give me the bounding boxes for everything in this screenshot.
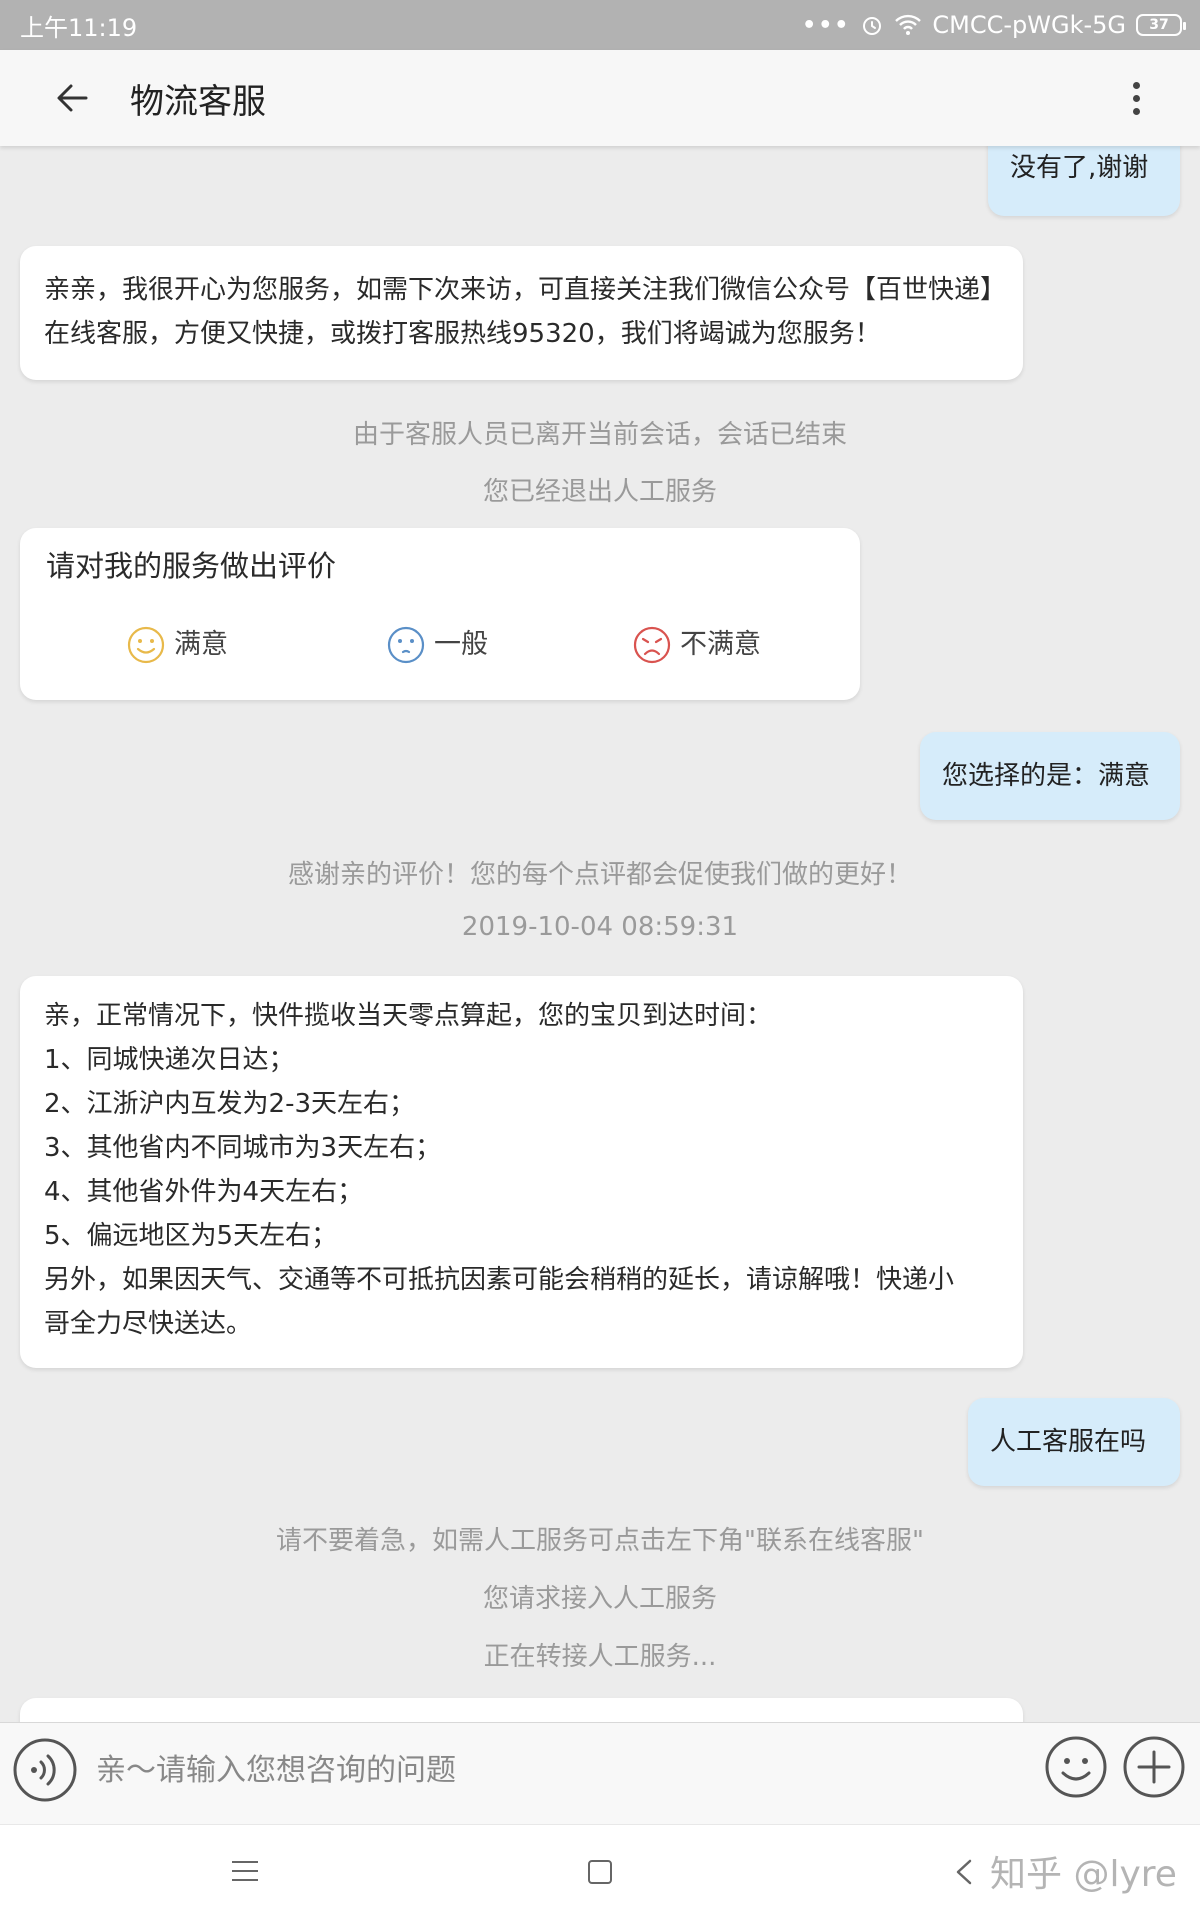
bot-message-partial [20, 1698, 1023, 1722]
emoji-button[interactable] [1044, 1735, 1108, 1799]
rating-card: 请对我的服务做出评价 满意 一般 不满意 [20, 528, 860, 700]
system-message: 感谢亲的评价！您的每个点评都会促使我们做的更好！ [287, 860, 912, 890]
alarm-icon [863, 17, 882, 35]
rating-option-label: 满意 [174, 629, 228, 660]
nav-back-icon[interactable] [950, 1855, 980, 1889]
user-message: 没有了,谢谢 [988, 146, 1180, 216]
watermark: 知乎 @lyre [990, 1854, 1177, 1895]
message-line: 4、其他省外件为4天左右； [44, 1177, 364, 1207]
message-line: 5、偏远地区为5天左右； [44, 1221, 338, 1251]
neutral-face-icon [387, 626, 425, 664]
message-line: 1、同城快递次日达； [44, 1045, 295, 1075]
menu-icon[interactable] [232, 1861, 258, 1883]
message-line: 2、江浙沪内互发为2-3天左右； [44, 1089, 416, 1119]
more-dots-icon: ••• [802, 12, 851, 38]
user-message: 人工客服在吗 [968, 1398, 1180, 1486]
plus-icon [1123, 1736, 1185, 1798]
status-time: 上午11:19 [20, 13, 138, 42]
voice-button[interactable] [12, 1737, 78, 1803]
status-icons: ••• CMCC-pWGk-5G 37 [802, 11, 1186, 39]
network-name: CMCC-pWGk-5G [932, 11, 1126, 39]
bot-message: 亲亲，我很开心为您服务，如需下次来访，可直接关注我们微信公众号【百世快递】在线客… [20, 246, 1023, 380]
message-line: 哥全力尽快送达。 [44, 1309, 253, 1339]
rating-options: 满意 一般 不满意 [20, 623, 860, 667]
page-title: 物流客服 [130, 81, 266, 122]
system-nav-bar: 知乎 @lyre [0, 1824, 1200, 1920]
rating-option-satisfied[interactable]: 满意 [126, 623, 228, 667]
voice-icon [13, 1738, 77, 1802]
timestamp: 2019-10-04 08:59:31 [461, 912, 739, 942]
message-text: 人工客服在吗 [990, 1427, 1147, 1457]
more-vertical-icon [1132, 81, 1140, 89]
rating-title: 请对我的服务做出评价 [46, 549, 337, 583]
wifi-icon [895, 14, 922, 35]
system-message: 您请求接入人工服务 [482, 1584, 717, 1614]
message-line: 3、其他省内不同城市为3天左右； [44, 1133, 442, 1163]
system-message: 请不要着急，如需人工服务可点击左下角"联系在线客服" [276, 1526, 924, 1556]
happy-face-icon [127, 626, 165, 664]
more-input-button[interactable] [1122, 1735, 1186, 1799]
message-line: 另外，如果因天气、交通等不可抵抗因素可能会稍稍的延长，请谅解哦！快递小 [44, 1265, 955, 1295]
arrow-left-icon [57, 84, 88, 112]
status-bar: 上午11:19 ••• CMCC-pWGk-5G 37 [0, 0, 1200, 50]
emoji-icon [1045, 1736, 1107, 1798]
message-text: 没有了,谢谢 [1010, 153, 1149, 183]
user-message: 您选择的是：满意 [920, 732, 1180, 820]
system-message: 您已经退出人工服务 [482, 477, 717, 507]
app-bar: 物流客服 [0, 50, 1200, 146]
message-text: 您选择的是：满意 [942, 761, 1151, 791]
system-message: 正在转接人工服务... [483, 1642, 717, 1672]
input-bar [0, 1722, 1200, 1824]
more-options-button[interactable] [1116, 78, 1156, 118]
battery-level: 37 [1149, 17, 1169, 33]
bot-message: 亲，正常情况下，快件揽收当天零点算起，您的宝贝到达时间： 1、同城快递次日达； … [20, 976, 1023, 1368]
message-line: 亲，正常情况下，快件揽收当天零点算起，您的宝贝到达时间： [44, 1001, 773, 1031]
rating-option-label: 不满意 [680, 629, 761, 660]
rating-option-neutral[interactable]: 一般 [386, 623, 488, 667]
back-button[interactable] [44, 69, 102, 127]
sad-face-icon [633, 626, 671, 664]
message-text: 亲亲，我很开心为您服务，如需下次来访，可直接关注我们微信公众号【百世快递】在线客… [44, 275, 994, 349]
battery-icon: 37 [1136, 14, 1186, 36]
system-message: 由于客服人员已离开当前会话，会话已结束 [352, 420, 847, 450]
chat-area[interactable]: 没有了,谢谢 亲亲，我很开心为您服务，如需下次来访，可直接关注我们微信公众号【百… [0, 146, 1200, 1722]
rating-option-unsatisfied[interactable]: 不满意 [632, 623, 761, 667]
rating-option-label: 一般 [434, 629, 488, 660]
message-input[interactable] [96, 1737, 1016, 1803]
home-icon[interactable] [588, 1860, 612, 1884]
